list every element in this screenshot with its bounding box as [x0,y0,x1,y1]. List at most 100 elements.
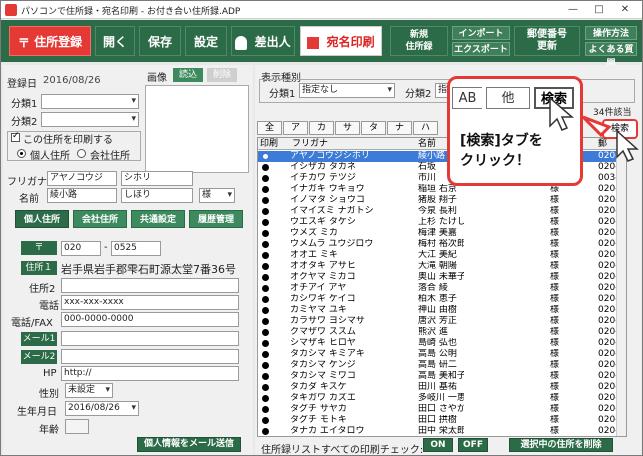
print-address-button[interactable]: 宛名印刷 [300,26,382,56]
radio-personal[interactable] [17,149,26,158]
category2-select[interactable] [41,112,139,127]
table-row[interactable]: タグチ サヤカ 田口 さやか様 020-0 [258,404,624,415]
print-flag-icon[interactable] [262,285,269,292]
table-row[interactable]: タグチ モトキ 田口 拱樹様 020-0 [258,415,624,426]
name-first-input[interactable]: しほり [121,188,193,203]
postal-update-button[interactable]: 郵便番号 更新 [514,26,580,56]
faq-button[interactable]: よくある質問 [585,42,637,69]
mail2-input[interactable] [61,349,239,364]
tab-company-address[interactable]: 会社住所 [73,210,127,228]
fax-input[interactable]: 000-0000-0000 [61,312,239,327]
open-button[interactable]: 開く [95,26,135,56]
print-flag-icon[interactable] [262,197,269,204]
table-row[interactable]: カラサワ ヨシマサ 唐沢 芳正様 020-0 [258,316,624,327]
maximize-button[interactable]: □ [587,2,611,18]
tab-a[interactable]: ア [283,121,308,135]
print-flag-icon[interactable] [262,351,269,358]
tab-sa[interactable]: サ [335,121,360,135]
import-button[interactable]: インポート [452,26,510,40]
print-all-off-button[interactable]: OFF [458,438,488,452]
table-row[interactable]: オチアイ アヤ 落合 綾様 020-0 [258,283,624,294]
print-flag-icon[interactable] [262,164,269,171]
new-address-book-button[interactable]: 新規 住所録 [390,26,448,56]
print-flag-icon[interactable] [262,241,269,248]
phone-input[interactable]: xxx-xxx-xxxx [61,295,239,310]
table-row[interactable]: ウメムラ ユウジロウ 梅村 裕次郎様 020-0 [258,239,624,250]
tab-all[interactable]: 全 [257,121,282,135]
register-button[interactable]: 〒 住所登録 [9,26,91,56]
header-furigana[interactable]: フリガナ [292,138,328,150]
print-all-on-button[interactable]: ON [423,438,453,452]
mail2-tag[interactable]: メール2 [21,350,57,364]
settings-button[interactable]: 設定 [185,26,227,56]
list-scrollbar[interactable] [616,150,626,436]
address1-tag[interactable]: 住所１ [21,261,57,275]
tab-ka[interactable]: カ [309,121,334,135]
address2-input[interactable] [61,278,239,293]
send-mail-button[interactable]: 個人情報をメール送信 [137,437,241,452]
print-flag-icon[interactable] [262,428,269,435]
print-flag-icon[interactable] [262,219,269,226]
print-flag-icon[interactable] [262,406,269,413]
print-flag-icon[interactable] [262,395,269,402]
tab-ta[interactable]: タ [361,121,386,135]
hp-input[interactable]: http:// [61,366,239,381]
print-flag-icon[interactable] [262,318,269,325]
tab-common-settings[interactable]: 共通設定 [131,210,185,228]
print-flag-icon[interactable] [262,263,269,270]
tab-personal-address[interactable]: 個人住所 [15,210,69,228]
category1-select[interactable] [41,94,139,109]
table-row[interactable]: ウエスギ タケシ 上杉 たけし様 020-0 [258,217,624,228]
image-delete-button[interactable]: 削除 [207,68,237,82]
birth-date-select[interactable]: 2016/08/26 [65,401,139,416]
table-row[interactable]: タカダ キスケ 田川 基祐様 020-0 [258,382,624,393]
furigana-last-input[interactable]: アヤノコウジ [47,171,117,186]
print-flag-icon[interactable] [262,230,269,237]
print-flag-icon[interactable] [262,274,269,281]
name-last-input[interactable]: 綾小路 [47,188,117,203]
postal-code-1-input[interactable]: 020 [61,241,101,256]
table-row[interactable]: カシワギ ケイコ 柏木 恵子様 020-0 [258,294,624,305]
table-row[interactable]: オオタキ アサヒ 大滝 朝陽様 020-0 [258,261,624,272]
table-row[interactable]: オオエ ミキ 大江 美紀様 020-0 [258,250,624,261]
table-row[interactable]: イマイズミ ナガトシ 今泉 長利様 020-0 [258,206,624,217]
table-row[interactable]: タカシマ ケンジ 高島 研二様 020-0 [258,360,624,371]
table-row[interactable]: タカシマ キミアキ 高島 公明様 020-0 [258,349,624,360]
print-flag-icon[interactable] [262,175,269,182]
table-row[interactable]: カミヤマ ユキ 神山 由樹様 020-0 [258,305,624,316]
print-flag-icon[interactable] [262,384,269,391]
export-button[interactable]: エクスポート [452,42,510,56]
print-flag-icon[interactable] [262,329,269,336]
delete-selected-button[interactable]: 選択中の住所を削除 [509,438,613,452]
print-flag-icon[interactable] [262,362,269,369]
table-row[interactable]: オクヤマ ミカコ 奥山 未華子様 020-0 [258,272,624,283]
print-flag-icon[interactable] [262,252,269,259]
table-row[interactable]: シマザキ ヒロヤ 島崎 弘也様 020-0 [258,338,624,349]
print-flag-icon[interactable] [262,307,269,314]
table-row[interactable]: イノマタ ショウコ 猪股 翔子様 020-0 [258,195,624,206]
table-row[interactable]: タナカ エイタロウ 田中 栄太郎様 020-0 [258,426,624,436]
print-flag-icon[interactable] [262,208,269,215]
sex-select[interactable]: 未設定 [65,383,113,398]
howto-button[interactable]: 操作方法 [585,26,637,40]
postal-code-2-input[interactable]: 0525 [111,241,161,256]
tab-history[interactable]: 履歴管理 [189,210,243,228]
print-flag-icon[interactable] [262,296,269,303]
save-button[interactable]: 保存 [139,26,181,56]
mail1-tag[interactable]: メール1 [21,332,57,346]
list-cat1-select[interactable]: 指定なし [299,83,395,98]
tab-ha[interactable]: ハ [413,121,438,135]
header-print[interactable]: 印刷 [260,138,278,150]
minimize-button[interactable]: — [561,2,585,18]
header-name[interactable]: 名前 [418,138,436,150]
furigana-first-input[interactable]: シホリ [121,171,193,186]
print-flag-icon[interactable] [262,373,269,380]
sender-button[interactable]: 差出人 [231,26,295,56]
print-flag-icon[interactable] [262,417,269,424]
print-checkbox[interactable]: ✓ [11,131,20,142]
radio-company[interactable] [77,149,86,158]
print-flag-icon[interactable] [262,153,269,160]
honorific-select[interactable]: 様 [199,188,235,203]
close-button[interactable]: ✕ [613,2,637,18]
table-row[interactable]: クマザワ ススム 熊沢 進様 020-0 [258,327,624,338]
